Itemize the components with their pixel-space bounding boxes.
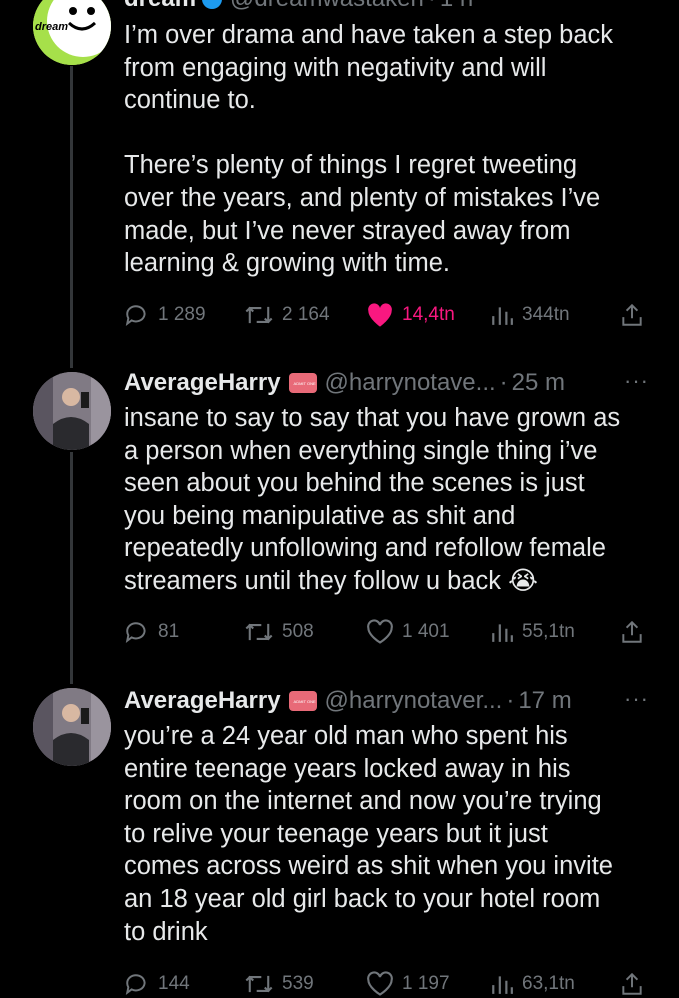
verified-icon: [202, 0, 223, 9]
view-count: 55,1tn: [522, 621, 575, 642]
reply-icon: [125, 974, 146, 995]
heart-icon: [367, 971, 393, 996]
retweet-button[interactable]: 508: [244, 616, 314, 648]
reply-icon: [125, 622, 146, 643]
retweet-count: 508: [282, 621, 314, 642]
avatar[interactable]: [33, 372, 111, 450]
reply-button[interactable]: 144: [124, 968, 190, 998]
views-icon: [492, 624, 513, 642]
reply-button[interactable]: 1 289: [124, 299, 206, 331]
tweet-header: AverageHarry ADMIT ONE @harrynotave... ·…: [124, 366, 649, 400]
tweet-header: AverageHarry ADMIT ONE @harrynotaver... …: [124, 684, 649, 718]
tweet-text: you’re a 24 year old man who spent his e…: [124, 722, 613, 946]
tweet[interactable]: AverageHarry ADMIT ONE @harrynotaver... …: [0, 682, 679, 998]
handle[interactable]: @dreamwastaken: [230, 0, 424, 13]
tweet[interactable]: dream dream @dreamwastaken · 1 h I’m ove…: [0, 0, 679, 340]
avatar[interactable]: [33, 688, 111, 766]
separator: ·: [506, 687, 515, 714]
tweet-actions: 144 539 1 197 63,1tn: [124, 968, 644, 998]
like-count: 14,4tn: [402, 304, 455, 325]
retweet-count: 2 164: [282, 304, 330, 325]
badge-label: ADMIT ONE: [293, 698, 316, 704]
badge-label: ADMIT ONE: [293, 380, 316, 386]
tweet-actions: 81 508 1 401 55,1tn: [124, 616, 644, 648]
views-icon: [492, 976, 513, 994]
user-photo-icon: [33, 688, 111, 766]
user-photo-icon: [33, 372, 111, 450]
like-button[interactable]: 1 197: [366, 968, 450, 998]
share-icon: [622, 303, 642, 326]
handle[interactable]: @harrynotaver...: [325, 687, 503, 715]
views-icon: [492, 307, 513, 325]
ticket-badge-icon: ADMIT ONE: [288, 373, 317, 393]
display-name[interactable]: AverageHarry: [124, 687, 281, 715]
reply-count: 1 289: [158, 304, 206, 325]
tweet-text: insane to say to say that you have grown…: [124, 404, 621, 595]
more-options-button[interactable]: ···: [624, 686, 649, 712]
share-button[interactable]: [620, 968, 644, 998]
reply-icon: [125, 305, 146, 326]
retweet-button[interactable]: 2 164: [244, 299, 330, 331]
timestamp[interactable]: 25 m: [512, 369, 565, 397]
tweet-text: I’m over drama and have taken a step bac…: [124, 21, 614, 278]
more-options-button[interactable]: ···: [624, 368, 649, 394]
heart-filled-icon: [368, 303, 392, 327]
share-icon: [622, 972, 642, 995]
timestamp[interactable]: 17 m: [518, 687, 571, 715]
like-button[interactable]: 14,4tn: [366, 299, 455, 331]
tweet-actions: 1 289 2 164 14,4tn 344tn: [124, 299, 644, 331]
display-name[interactable]: dream: [124, 0, 196, 13]
like-count: 1 197: [402, 973, 450, 994]
retweet-button[interactable]: 539: [244, 968, 314, 998]
avatar-label: dream: [35, 21, 69, 33]
view-count: 344tn: [522, 304, 570, 325]
timestamp[interactable]: 1 h: [440, 0, 473, 13]
retweet-icon: [245, 975, 273, 993]
separator: ·: [499, 369, 508, 396]
like-button[interactable]: 1 401: [366, 616, 450, 648]
share-icon: [622, 620, 642, 643]
display-name[interactable]: AverageHarry: [124, 369, 281, 397]
views-button[interactable]: 63,1tn: [490, 968, 575, 998]
retweet-icon: [245, 623, 273, 641]
share-button[interactable]: [620, 616, 644, 648]
ticket-badge-icon: ADMIT ONE: [288, 691, 317, 711]
retweet-count: 539: [282, 973, 314, 994]
separator: ·: [428, 0, 436, 13]
reply-count: 144: [158, 973, 190, 994]
view-count: 63,1tn: [522, 973, 575, 994]
share-button[interactable]: [620, 299, 644, 331]
handle[interactable]: @harrynotave...: [325, 369, 496, 397]
avatar[interactable]: dream: [33, 0, 111, 65]
reply-count: 81: [158, 621, 180, 642]
tweet[interactable]: AverageHarry ADMIT ONE @harrynotave... ·…: [0, 362, 679, 682]
tweet-header: dream @dreamwastaken · 1 h: [124, 0, 649, 16]
like-count: 1 401: [402, 621, 450, 642]
views-button[interactable]: 344tn: [490, 299, 570, 331]
reply-button[interactable]: 81: [124, 616, 179, 648]
retweet-icon: [245, 306, 273, 324]
heart-icon: [367, 619, 393, 644]
views-button[interactable]: 55,1tn: [490, 616, 575, 648]
